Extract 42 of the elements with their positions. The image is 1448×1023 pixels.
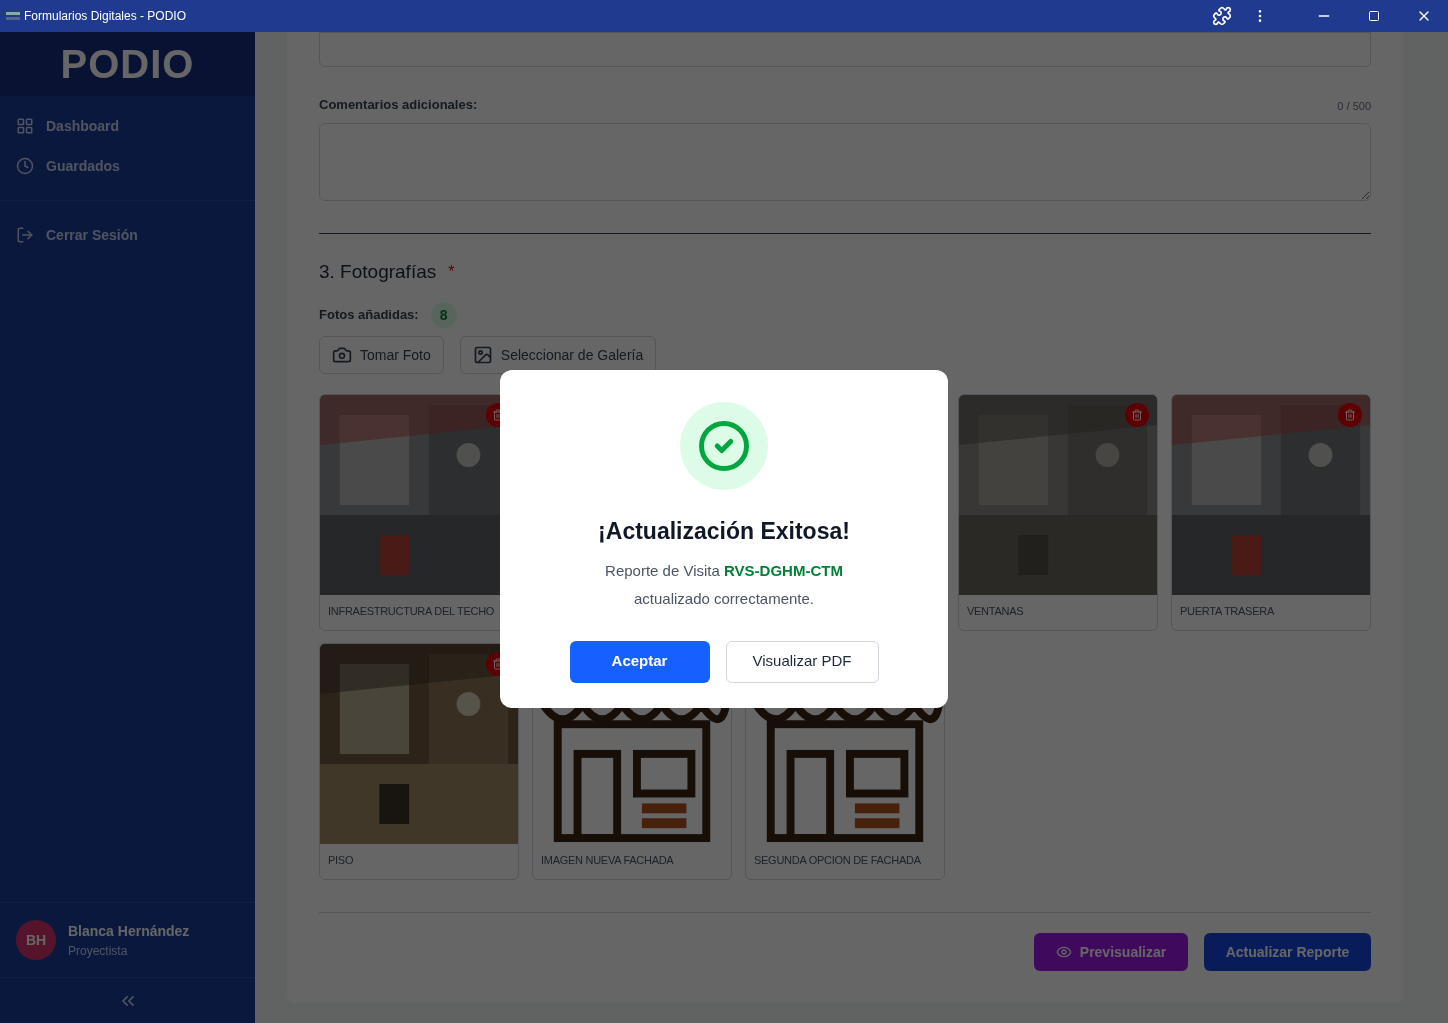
section-title: 3. Fotografías — [319, 259, 437, 284]
trash-icon — [1131, 409, 1143, 421]
accept-button[interactable]: Aceptar — [569, 640, 710, 683]
photos-count: 8 — [430, 302, 457, 328]
photo-caption: PISO — [327, 853, 355, 868]
logo: PODIO — [60, 41, 195, 88]
nav-item[interactable]: Dashboard — [0, 108, 255, 144]
eye-icon — [1055, 944, 1072, 960]
photo-card[interactable]: PISO — [319, 643, 519, 880]
grid-icon — [16, 117, 34, 135]
preview-button[interactable]: Previsualizar — [1034, 933, 1188, 971]
window-title: Formularios Digitales - PODIO — [24, 8, 187, 25]
photo-caption: SEGUNDA OPCION DE FACHADA — [753, 853, 922, 868]
trash-icon — [1344, 409, 1356, 421]
field-label: Comentarios adicionales: — [319, 96, 478, 114]
logout-icon — [16, 226, 34, 244]
photo-caption: VENTANAS — [966, 604, 1025, 619]
dialog-title: ¡Actualización Exitosa! — [598, 517, 850, 546]
photo-card[interactable]: VENTANAS — [958, 394, 1158, 631]
maximize-icon[interactable] — [1368, 10, 1380, 22]
avatar: BH — [16, 920, 56, 960]
update-report-button[interactable]: Actualizar Reporte — [1204, 933, 1371, 971]
app-icon — [6, 12, 20, 20]
photo-caption: IMAGEN NUEVA FACHADA — [540, 853, 675, 868]
extensions-icon[interactable] — [1212, 6, 1232, 26]
logout-item[interactable]: Cerrar Sesión — [0, 217, 255, 253]
clock-icon — [16, 157, 34, 175]
camera-icon — [332, 345, 352, 365]
check-icon — [697, 419, 751, 473]
user-role: Proyectista — [68, 942, 129, 960]
dialog-message: Reporte de Visita RVS-DGHM-CTM actualizado correctamente. — [604, 560, 844, 609]
nav-item[interactable]: Guardados — [0, 148, 255, 184]
take-photo-button[interactable]: Tomar Foto — [319, 336, 444, 374]
photo-caption: PUERTA TRASERA — [1179, 604, 1275, 619]
required-mark: * — [448, 261, 455, 282]
photos-label: Fotos añadidas: — [319, 306, 419, 325]
user-name: Blanca Hernández — [68, 921, 190, 941]
image-icon — [472, 345, 493, 365]
photo-caption: INFRAESTRUCTURA DEL TECHO — [327, 604, 496, 619]
view-pdf-button[interactable]: Visualizar PDF — [725, 640, 879, 683]
photo-card[interactable]: PUERTA TRASERA — [1171, 394, 1371, 631]
comments-field[interactable] — [319, 122, 1371, 201]
